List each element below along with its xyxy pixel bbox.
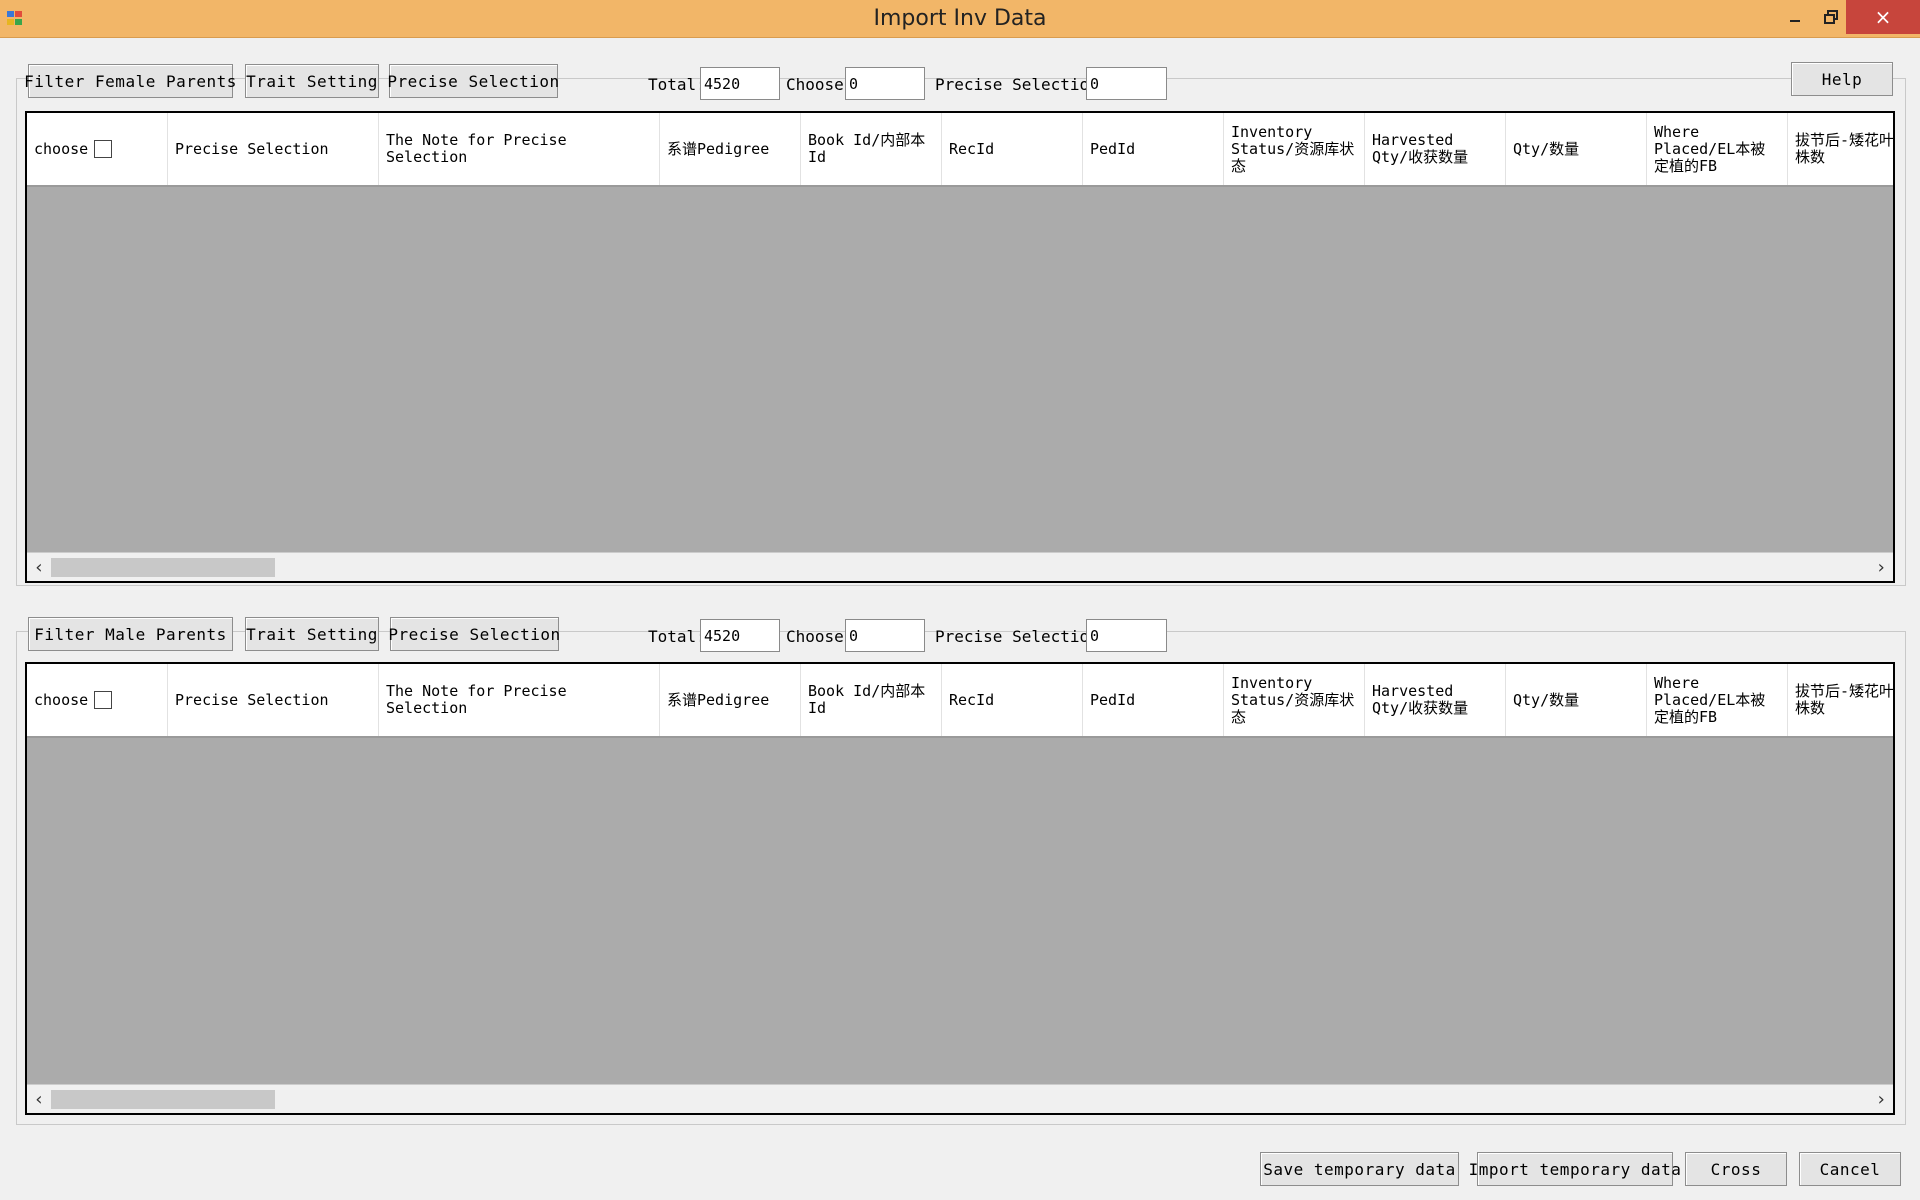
- column-header[interactable]: 系谱Pedigree: [660, 664, 801, 736]
- minimize-icon: [1790, 20, 1800, 22]
- select-all-checkbox[interactable]: [94, 691, 113, 709]
- close-icon: ×: [1874, 5, 1892, 29]
- trait-setting-button[interactable]: Trait Setting: [245, 617, 379, 651]
- horizontal-scrollbar[interactable]: ‹ ›: [27, 1084, 1893, 1113]
- total-field[interactable]: 4520: [700, 619, 780, 652]
- column-header-choose[interactable]: choose: [27, 664, 168, 736]
- precise-selection-field[interactable]: 0: [1086, 619, 1167, 652]
- precise-selection-field[interactable]: 0: [1086, 67, 1167, 100]
- choose-label: Choose:: [786, 75, 854, 94]
- column-header[interactable]: Book Id/内部本Id: [801, 113, 942, 185]
- title-bar: Import Inv Data ×: [0, 0, 1920, 38]
- choose-field[interactable]: 0: [845, 619, 925, 652]
- precise-selection-label: Precise Selection:: [935, 75, 1109, 94]
- total-label: Total:: [648, 627, 706, 646]
- column-header[interactable]: Qty/数量: [1506, 113, 1647, 185]
- column-header[interactable]: PedId: [1083, 664, 1224, 736]
- column-label: choose: [34, 139, 89, 158]
- column-header[interactable]: Where Placed/EL本被定植的FB: [1647, 113, 1788, 185]
- column-header[interactable]: Inventory Status/资源库状态: [1224, 113, 1365, 185]
- column-header[interactable]: Where Placed/EL本被定植的FB: [1647, 664, 1788, 736]
- scroll-right-icon[interactable]: ›: [1871, 557, 1891, 578]
- column-header[interactable]: Inventory Status/资源库状态: [1224, 664, 1365, 736]
- restore-icon: [1824, 10, 1838, 24]
- precise-selection-button[interactable]: Precise Selection: [388, 617, 560, 651]
- window-title: Import Inv Data: [873, 6, 1047, 31]
- column-header[interactable]: RecId: [942, 664, 1083, 736]
- column-header[interactable]: RecId: [942, 113, 1083, 185]
- column-header[interactable]: PedId: [1083, 113, 1224, 185]
- close-button[interactable]: ×: [1846, 0, 1920, 34]
- cancel-button[interactable]: Cancel: [1799, 1152, 1901, 1186]
- column-header[interactable]: 拔节后-矮花叶病株数: [1788, 113, 1893, 185]
- column-header-choose[interactable]: choose: [27, 113, 168, 185]
- scroll-left-icon[interactable]: ‹: [29, 1089, 49, 1110]
- scroll-right-icon[interactable]: ›: [1871, 1089, 1891, 1110]
- scroll-thumb[interactable]: [51, 558, 275, 577]
- select-all-checkbox[interactable]: [94, 140, 113, 158]
- column-header[interactable]: Book Id/内部本Id: [801, 664, 942, 736]
- column-header[interactable]: Harvested Qty/收获数量: [1365, 113, 1506, 185]
- total-label: Total:: [648, 75, 706, 94]
- cross-button[interactable]: Cross: [1685, 1152, 1787, 1186]
- choose-field[interactable]: 0: [845, 67, 925, 100]
- column-header[interactable]: Qty/数量: [1506, 664, 1647, 736]
- total-field[interactable]: 4520: [700, 67, 780, 100]
- column-header[interactable]: Harvested Qty/收获数量: [1365, 664, 1506, 736]
- female-parents-grid[interactable]: choose Precise Selection The Note for Pr…: [25, 111, 1895, 583]
- male-parents-grid[interactable]: choose Precise Selection The Note for Pr…: [25, 662, 1895, 1115]
- grid-header: choose Precise Selection The Note for Pr…: [27, 113, 1893, 187]
- column-header[interactable]: Precise Selection: [168, 113, 379, 185]
- precise-selection-button[interactable]: Precise Selection: [387, 64, 559, 98]
- filter-male-parents-button[interactable]: Filter Male Parents: [28, 617, 233, 651]
- grid-header: choose Precise Selection The Note for Pr…: [27, 664, 1893, 738]
- scroll-thumb[interactable]: [51, 1090, 275, 1109]
- filter-female-parents-button[interactable]: Filter Female Parents: [24, 64, 236, 98]
- horizontal-scrollbar[interactable]: ‹ ›: [27, 552, 1893, 581]
- column-header[interactable]: The Note for Precise Selection: [379, 113, 660, 185]
- scroll-left-icon[interactable]: ‹: [29, 557, 49, 578]
- import-temporary-data-button[interactable]: Import temporary data: [1469, 1152, 1681, 1186]
- column-header[interactable]: 拔节后-矮花叶病株数: [1788, 664, 1893, 736]
- column-header[interactable]: 系谱Pedigree: [660, 113, 801, 185]
- column-header[interactable]: The Note for Precise Selection: [379, 664, 660, 736]
- column-label: choose: [34, 690, 89, 709]
- choose-label: Choose:: [786, 627, 854, 646]
- help-button[interactable]: Help: [1791, 62, 1893, 96]
- trait-setting-button[interactable]: Trait Setting: [245, 64, 379, 98]
- column-header[interactable]: Precise Selection: [168, 664, 379, 736]
- precise-selection-label: Precise Selection:: [935, 627, 1109, 646]
- save-temporary-data-button[interactable]: Save temporary data: [1260, 1152, 1459, 1186]
